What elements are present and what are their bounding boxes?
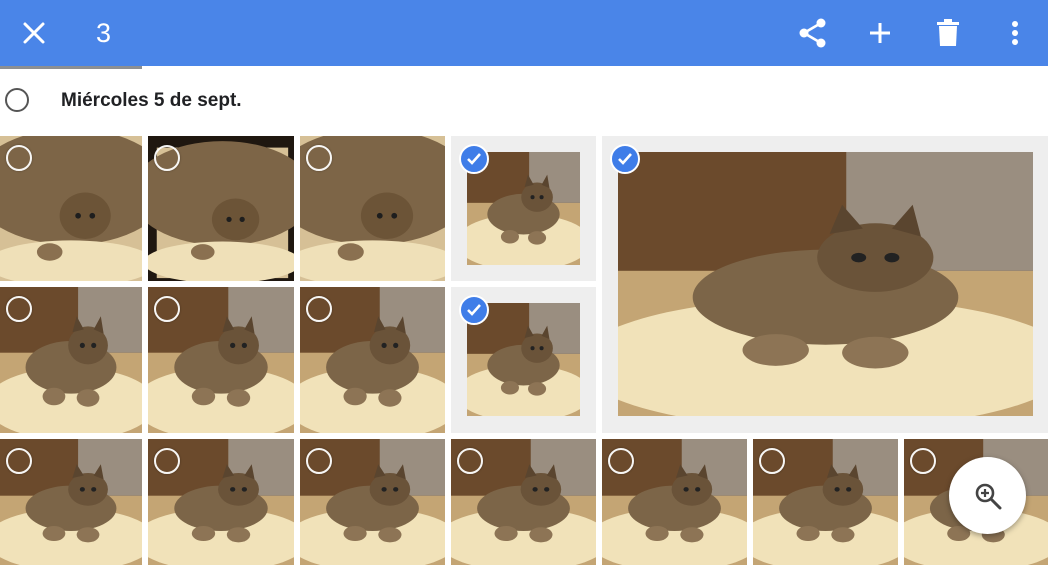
selected-check-icon[interactable] [610,144,640,174]
select-circle[interactable] [154,448,180,474]
photo-tile-selected[interactable] [451,287,596,433]
photo-tile[interactable] [0,439,142,565]
select-circle[interactable] [154,296,180,322]
scroll-indicator [0,66,142,69]
zoom-in-icon [975,483,1001,509]
selected-check-icon[interactable] [459,144,489,174]
selected-check-icon[interactable] [459,295,489,325]
delete-button[interactable] [927,12,969,54]
trash-icon [937,19,959,46]
add-to-button[interactable] [859,12,901,54]
select-circle[interactable] [306,448,332,474]
select-circle[interactable] [154,145,180,171]
photo-tile[interactable] [148,439,294,565]
date-section-header[interactable]: Miércoles 5 de sept. [0,84,400,120]
close-selection-button[interactable] [13,12,55,54]
photo-tile[interactable] [148,136,294,281]
share-icon [799,18,826,48]
photo-tile[interactable] [602,439,747,565]
cat-photo [618,152,1033,416]
photo-tile[interactable] [451,439,596,565]
photo-tile[interactable] [300,439,445,565]
select-circle[interactable] [910,448,936,474]
date-label: Miércoles 5 de sept. [61,90,242,111]
more-vert-icon [1012,21,1018,45]
close-icon [23,22,45,44]
photo-tile[interactable] [753,439,898,565]
photo-tile-selected-large[interactable] [602,136,1048,433]
selection-toolbar: 3 [0,0,1048,66]
select-circle[interactable] [306,145,332,171]
photo-tile[interactable] [300,136,445,281]
more-options-button[interactable] [994,12,1036,54]
select-circle[interactable] [608,448,634,474]
select-circle[interactable] [6,145,32,171]
select-circle[interactable] [759,448,785,474]
photo-tile[interactable] [300,287,445,433]
select-day-checkbox[interactable] [5,88,29,112]
photo-tile-selected[interactable] [451,136,596,281]
select-circle[interactable] [306,296,332,322]
zoom-button[interactable] [949,457,1026,534]
photo-tile[interactable] [148,287,294,433]
select-circle[interactable] [6,448,32,474]
select-circle[interactable] [457,448,483,474]
photo-tile[interactable] [0,287,142,433]
selected-count: 3 [96,18,112,48]
add-icon [870,23,890,43]
select-circle[interactable] [6,296,32,322]
share-button[interactable] [792,12,834,54]
photo-tile[interactable] [0,136,142,281]
